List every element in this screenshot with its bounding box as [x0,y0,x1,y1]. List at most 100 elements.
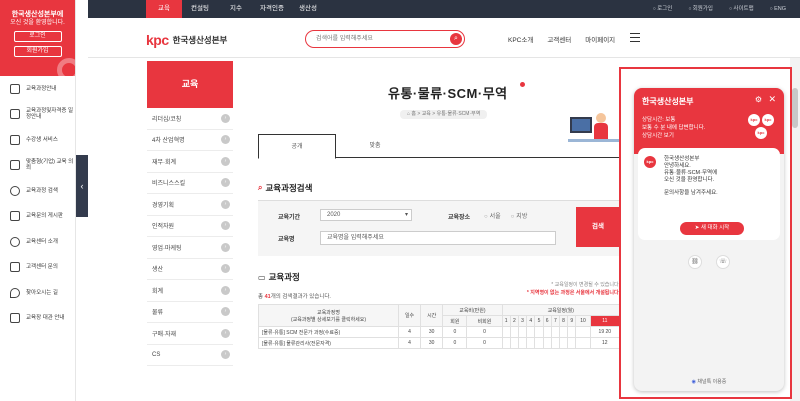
chevron-down-icon: ▾ [404,212,408,218]
customer-center-link[interactable]: 고객센터 [547,34,571,44]
schedule-date[interactable]: 12 [589,337,621,349]
radio-regional[interactable]: 지방 [511,211,527,220]
chevron-right-icon: › [221,350,230,360]
chat-icon [10,211,20,222]
col-dates: 교육일정(월) [501,304,621,316]
quick-item[interactable]: 교육과정및자격증 일정안내 [0,102,75,128]
search-input[interactable] [306,31,436,46]
login-button[interactable]: 로그인 [13,31,62,42]
quick-item[interactable]: 맞춤형(기업) 교육 의뢰 [0,153,75,179]
chat-msg-line3: 오신 것을 환영합니다. [664,177,715,183]
chat-widget: 한국생산성본부 상담시간: 보통 보통 수 분 내에 답변합니다. 상담시간 보… [634,88,784,391]
site-header: kpc 한국생산성본부 ⌕ KPC소개 고객센터 마이페이지 [88,18,800,58]
quick-item[interactable]: 교육과정안내 [0,76,75,102]
submenu-item[interactable]: 구매·자재 › [147,323,233,345]
page-title: 유통·물류·SCM·무역 [388,86,508,101]
col-course-name: 교육과정명 (교육과정별 상세보기를 클릭하세요) [258,304,399,327]
month-header: 9 [567,315,577,327]
quick-item[interactable]: 교육장 대관 안내 [0,306,75,332]
submenu-item[interactable]: 4차 산업혁명 › [147,130,233,151]
result-count: 총 41개의 검색결과가 있습니다. [258,294,331,300]
chevron-right-icon: › [221,307,230,317]
util-join-link[interactable]: 회원가입 [688,0,713,18]
month-header: 1 [501,315,511,327]
schedule-notes: * 교육일정이 변경될 수 있습니다. * 지역명이 없는 과정은 서울에서 개… [458,281,620,297]
submenu-item[interactable]: 인적자원 › [147,216,233,237]
submenu-item[interactable]: 재무·회계 › [147,151,233,173]
logo-name: 한국생산성본부 [172,35,228,45]
powered-by: 채널톡 이용중 [634,378,784,385]
quick-item[interactable]: 찾아오시는 길 [0,280,75,306]
tab-education[interactable]: 교육 [146,0,182,18]
chat-actions: ⛓ ☏ [688,255,730,269]
table-row[interactable]: [물류·유통] SCM 전문가 과정(수료증) 4 30 0 0 19 20 [258,326,621,338]
decor-circle [57,58,75,76]
close-icon[interactable]: ✕ [768,94,776,105]
year-select[interactable]: 2020 ▾ [320,209,412,221]
place-radio-group: 서울 지방 [484,211,528,220]
sidebar-collapse-button[interactable]: ‹ [76,155,88,217]
submenu-item[interactable]: 회계 › [147,280,233,302]
kpc-intro-link[interactable]: KPC소개 [508,34,533,44]
submenu-item[interactable]: 경영기획 › [147,194,233,216]
link-icon[interactable]: ⛓ [688,255,702,269]
submenu-item[interactable]: 리더십/코칭 › [147,108,233,130]
submenu-item[interactable]: CS › [147,345,233,366]
shop-icon [10,313,20,324]
site-logo[interactable]: kpc 한국생산성본부 [146,32,227,48]
util-eng-link[interactable]: ENG [770,0,786,18]
month-header: 10 [575,315,591,327]
util-sitemap-link[interactable]: 사이트맵 [729,0,753,18]
search-button[interactable]: 검색 [576,207,620,247]
quick-item[interactable]: 교육문의 게시판 [0,204,75,230]
table-row[interactable]: [물류·유통] 물류관리사(전문자격) 4 30 0 0 12 [258,337,621,349]
period-label: 교육기간 [278,215,301,221]
submenu-item[interactable]: 비즈니스스킬 › [147,173,233,194]
tab-consulting[interactable]: 컨설팅 [182,0,218,18]
place-label: 교육장소 [448,215,471,221]
course-table: 교육과정명 (교육과정별 상세보기를 클릭하세요) 일수 시간 교육비(만원) 교… [258,304,621,349]
course-name-input[interactable]: 교육명을 입력해주세요 [320,231,556,245]
tab-public[interactable]: 공개 [258,134,336,159]
tab-certification[interactable]: 자격인증 [254,0,290,18]
col-fee-member: 회원 [442,315,468,327]
schedule-date[interactable]: 19 20 [589,326,621,338]
month-header: 7 [550,315,560,327]
quick-item[interactable]: 수강생 서비스 [0,127,75,153]
course-name-link[interactable]: [물류·유통] 물류관리사(전문자격) [258,337,399,349]
new-chat-button[interactable]: ➤ 새 대화 시작 [680,222,744,235]
course-name-link[interactable]: [물류·유통] SCM 전문가 과정(수료증) [258,326,399,338]
search-icon: ⌕ [258,183,263,192]
month-header-current: 11 [589,315,621,327]
util-login-link[interactable]: 로그인 [653,0,672,18]
radio-seoul[interactable]: 서울 [484,211,501,220]
tab-index[interactable]: 지수 [218,0,254,18]
scroll-thumb[interactable] [792,88,798,128]
main-content: 유통·물류·SCM·무역 ⌂ 홈 > 교육 > 유통·물류·SCM·무역 공개 … [258,61,621,401]
quick-item[interactable]: 교육센터 소개 [0,229,75,255]
col-fee: 교육비(만원) [442,304,503,316]
welcome-line2: 오신 것을 환영합니다. [10,20,65,26]
avatar: kpc [748,114,760,126]
submenu-item[interactable]: 영업·마케팅 › [147,237,233,259]
month-header: 8 [558,315,569,327]
quick-item[interactable]: 교육과정 검색 [0,178,75,204]
tab-custom[interactable]: 맞춤 [336,134,414,158]
chat-msg-line1: 안녕하세요. [664,163,691,169]
search-icon[interactable]: ⌕ [450,32,462,45]
tab-productivity[interactable]: 생산성 [290,0,326,18]
quick-menu: 교육과정안내 교육과정및자격증 일정안내 수강생 서비스 맞춤형(기업) 교육 … [0,76,75,331]
category-submenu: 교육 리더십/코칭 › 4차 산업혁명 › 재무·회계 › 비즈니스스킬 › 경영기획 ›… [147,61,233,366]
quick-item[interactable]: 고객센터 문의 [0,255,75,281]
gear-icon[interactable]: ⚙ [755,95,762,104]
month-header: 4 [526,315,536,327]
chat-header: 한국생산성본부 상담시간: 보통 보통 수 분 내에 답변합니다. 상담시간 보… [634,88,784,154]
submenu-item[interactable]: 생산 › [147,259,233,280]
mypage-link[interactable]: 마이페이지 [585,34,615,44]
chevron-right-icon: › [221,156,230,166]
submenu-item[interactable]: 물류 › [147,302,233,323]
phone-icon[interactable]: ☏ [716,255,730,269]
menu-icon[interactable] [630,33,640,42]
join-button[interactable]: 회원가입 [13,46,62,57]
month-header: 2 [509,315,519,327]
